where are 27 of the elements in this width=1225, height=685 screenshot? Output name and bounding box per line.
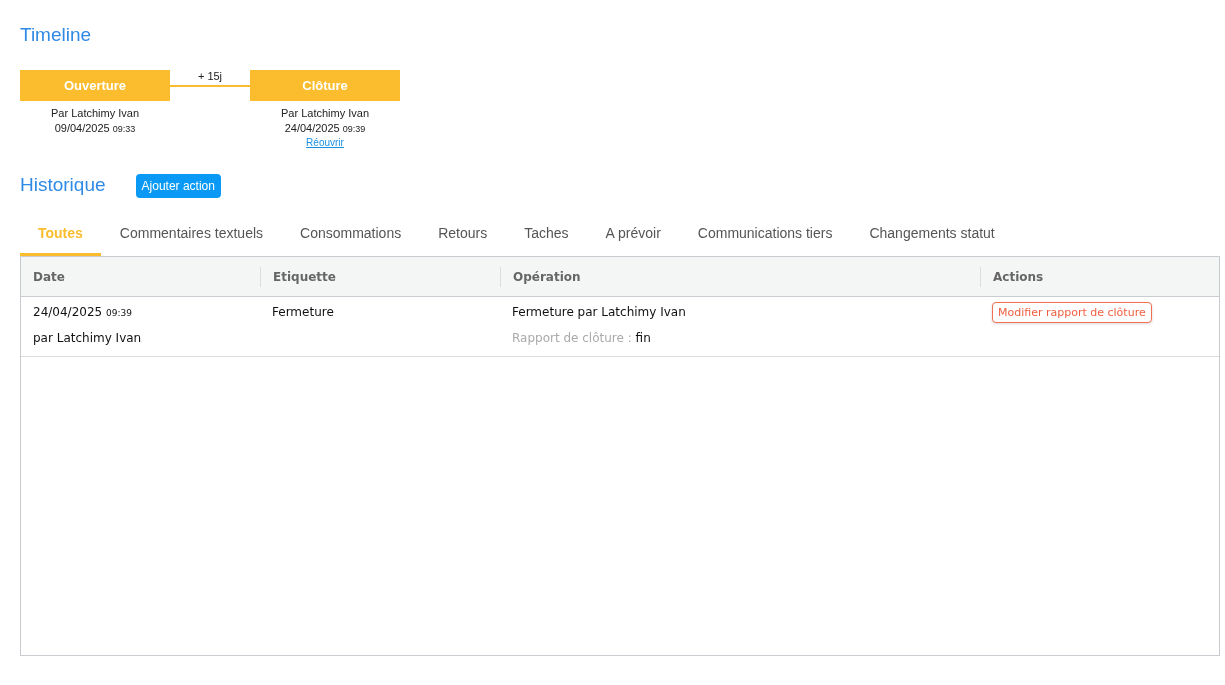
tab[interactable]: A prévoir (587, 216, 679, 256)
tab[interactable]: Commentaires textuels (101, 216, 282, 256)
duration-label: + 15j (197, 70, 223, 84)
reopen-link[interactable]: Réouvrir (306, 137, 344, 148)
label-cell-text: Fermeture (272, 305, 335, 319)
section-title: Historique (20, 173, 106, 196)
step-label: Ouverture (20, 70, 170, 101)
tab[interactable]: Retours (420, 216, 506, 256)
section-title: Timeline (20, 23, 92, 46)
tab[interactable]: Consommations (282, 216, 420, 256)
detail-label: Rapport de clôture : (512, 331, 632, 345)
tab[interactable]: Changements statut (851, 216, 1013, 256)
step-date: 09/04/2025 09:33 (54, 122, 136, 134)
column-header: Actions (980, 266, 1210, 287)
date-cell-text: 24/04/2025 09:39 (33, 305, 133, 319)
step-label: Clôture (250, 70, 400, 101)
operation-text: Fermeture par Latchimy Ivan (512, 305, 687, 319)
column-header: Date (32, 268, 66, 286)
step-author: Par Latchimy Ivan (280, 107, 369, 119)
author-text: par Latchimy Ivan (33, 331, 143, 345)
tab[interactable]: Taches (506, 216, 587, 256)
column-header: Opération (500, 266, 980, 287)
step-date: 24/04/2025 09:39 (284, 122, 366, 134)
column-header: Etiquette (260, 266, 500, 287)
step-author: Par Latchimy Ivan (50, 107, 139, 119)
detail-value: fin (635, 331, 651, 345)
tab[interactable]: Communications tiers (679, 216, 851, 256)
